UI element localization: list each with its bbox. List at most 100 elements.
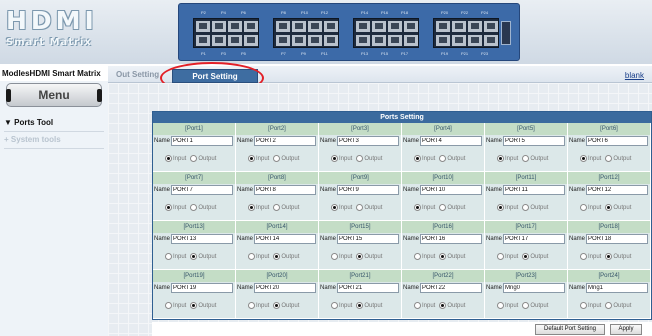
input-radio[interactable] (331, 302, 338, 309)
input-label: Input (588, 302, 602, 309)
input-radio[interactable] (248, 253, 255, 260)
panel-port-label: P11 (321, 51, 328, 56)
input-radio[interactable] (331, 253, 338, 260)
mode-radio-group: Input Output (331, 204, 386, 211)
sidebar-item-system-tools[interactable]: + System tools (4, 135, 61, 144)
port-name-input[interactable] (503, 185, 565, 195)
output-radio[interactable] (605, 155, 613, 162)
output-radio[interactable] (190, 253, 198, 260)
default-port-setting-button[interactable]: Default Port Setting (535, 324, 605, 335)
port-cell: [Port17] Name Input Output (485, 221, 568, 270)
output-radio[interactable] (439, 204, 447, 211)
port-name-input[interactable] (420, 136, 482, 146)
output-radio[interactable] (273, 155, 281, 162)
apply-button[interactable]: Apply (610, 324, 642, 335)
port-name-input[interactable] (254, 185, 316, 195)
port-name-input[interactable] (254, 136, 316, 146)
rj45-port (276, 35, 290, 46)
output-radio[interactable] (439, 253, 447, 260)
port-name-input[interactable] (586, 283, 648, 293)
output-radio[interactable] (273, 204, 281, 211)
panel-port-label: P20 (441, 10, 449, 15)
name-label: Name (569, 236, 586, 242)
output-radio[interactable] (273, 253, 281, 260)
input-radio[interactable] (165, 155, 172, 162)
port-name-input[interactable] (586, 234, 648, 244)
name-label: Name (569, 187, 586, 193)
port-name-input[interactable] (337, 136, 399, 146)
output-radio[interactable] (522, 204, 530, 211)
output-radio[interactable] (605, 204, 613, 211)
port-name-input[interactable] (586, 185, 648, 195)
output-radio[interactable] (190, 302, 198, 309)
input-label: Input (422, 302, 436, 309)
output-radio[interactable] (356, 253, 364, 260)
sidebar-item-ports-tool[interactable]: ▼ Ports Tool (4, 118, 53, 127)
output-radio[interactable] (356, 204, 364, 211)
output-radio[interactable] (605, 302, 613, 309)
blank-link[interactable]: blank (625, 71, 644, 80)
port-header: [Port19] (153, 270, 235, 282)
output-radio[interactable] (605, 253, 613, 260)
input-radio[interactable] (165, 253, 172, 260)
input-radio[interactable] (331, 204, 338, 211)
input-radio[interactable] (580, 302, 587, 309)
port-name-input[interactable] (171, 283, 233, 293)
port-name-input[interactable] (503, 234, 565, 244)
input-label: Input (256, 204, 270, 211)
input-radio[interactable] (497, 253, 504, 260)
port-name-input[interactable] (171, 136, 233, 146)
input-radio[interactable] (165, 302, 172, 309)
rj45-port (228, 35, 242, 46)
input-radio[interactable] (248, 302, 255, 309)
mode-radio-group: Input Output (248, 302, 303, 309)
port-cell: [Port16] Name Input Output (402, 221, 485, 270)
input-radio[interactable] (165, 204, 172, 211)
port-group (193, 18, 259, 48)
name-label: Name (403, 285, 420, 291)
port-name-input[interactable] (337, 185, 399, 195)
port-name-input[interactable] (337, 283, 399, 293)
port-name-input[interactable] (171, 185, 233, 195)
menu-button[interactable]: Menu (6, 83, 102, 107)
output-radio[interactable] (522, 253, 530, 260)
input-radio[interactable] (248, 204, 255, 211)
input-radio[interactable] (497, 302, 504, 309)
port-name-input[interactable] (254, 234, 316, 244)
port-cell: [Port24] Name Input Output (568, 270, 651, 319)
output-radio[interactable] (190, 155, 198, 162)
port-name-input[interactable] (254, 283, 316, 293)
output-radio[interactable] (273, 302, 281, 309)
output-radio[interactable] (439, 302, 447, 309)
input-radio[interactable] (414, 155, 421, 162)
output-radio[interactable] (439, 155, 447, 162)
panel-port-label: P1 (201, 51, 206, 56)
panel-port-label: P15 (381, 51, 389, 56)
port-name-input[interactable] (420, 234, 482, 244)
output-radio[interactable] (522, 302, 530, 309)
output-radio[interactable] (356, 302, 364, 309)
output-radio[interactable] (190, 204, 198, 211)
port-name-input[interactable] (586, 136, 648, 146)
tab-out-setting[interactable]: Out Setting (116, 70, 159, 79)
input-radio[interactable] (331, 155, 338, 162)
port-name-input[interactable] (503, 136, 565, 146)
input-radio[interactable] (414, 302, 421, 309)
input-radio[interactable] (580, 253, 587, 260)
input-radio[interactable] (497, 204, 504, 211)
input-radio[interactable] (580, 155, 587, 162)
output-radio[interactable] (356, 155, 364, 162)
input-radio[interactable] (414, 253, 421, 260)
port-name-input[interactable] (420, 185, 482, 195)
input-radio[interactable] (580, 204, 587, 211)
input-radio[interactable] (414, 204, 421, 211)
name-label: Name (237, 236, 254, 242)
output-radio[interactable] (522, 155, 530, 162)
port-name-input[interactable] (503, 283, 565, 293)
port-name-input[interactable] (171, 234, 233, 244)
input-radio[interactable] (497, 155, 504, 162)
port-name-input[interactable] (337, 234, 399, 244)
port-name-input[interactable] (420, 283, 482, 293)
app-root: HDMI Smart Matrix P2 P4 P6 P8 P10 P12 P14 P16 P1… (0, 0, 652, 336)
input-radio[interactable] (248, 155, 255, 162)
